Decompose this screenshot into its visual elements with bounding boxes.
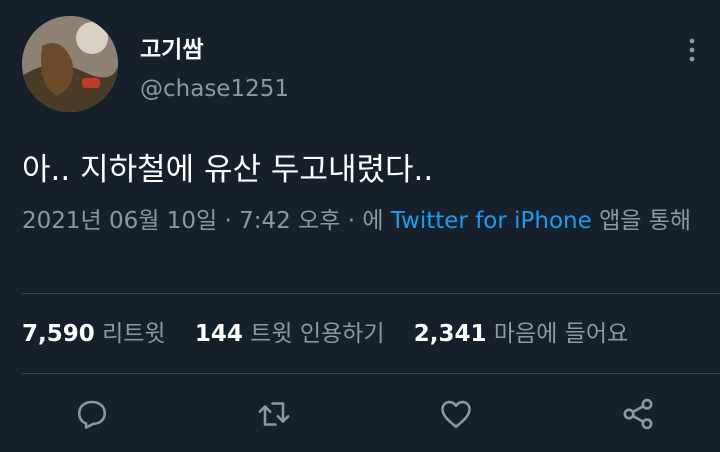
like-button[interactable] <box>438 396 474 432</box>
divider <box>22 293 720 294</box>
user-handle[interactable]: @chase1251 <box>140 76 289 102</box>
tweet-stats: 7,590 리트윗 144 트윗 인용하기 2,341 마음에 들어요 <box>22 314 650 348</box>
tweet-text: 아.. 지하철에 유산 두고내렸다.. <box>22 152 434 188</box>
quote-count-link[interactable]: 144 트윗 인용하기 <box>195 314 407 348</box>
display-name[interactable]: 고기쌈 <box>140 30 203 64</box>
tweet-source-link[interactable]: Twitter for iPhone <box>391 208 592 234</box>
retweet-count: 7,590 <box>22 321 95 347</box>
like-count: 2,341 <box>413 321 487 347</box>
avatar[interactable] <box>22 16 118 112</box>
share-icon <box>623 398 653 430</box>
share-button[interactable] <box>620 396 656 432</box>
divider <box>22 373 720 374</box>
more-vertical-icon <box>689 38 695 62</box>
like-label: 마음에 들어요 <box>493 321 629 347</box>
like-count-link[interactable]: 2,341 마음에 들어요 <box>414 314 650 348</box>
retweet-button[interactable] <box>256 396 292 432</box>
quote-label: 트윗 인용하기 <box>250 321 385 347</box>
tweet-source-suffix: 앱을 통해 <box>591 208 692 234</box>
reply-button[interactable] <box>74 396 110 432</box>
heart-icon <box>441 400 471 429</box>
tweet-timestamp[interactable]: 2021년 06월 10일 · 7:42 오후 · 에 <box>22 208 391 234</box>
reply-icon <box>77 400 107 429</box>
retweet-label: 리트윗 <box>102 321 166 347</box>
avatar-image <box>22 16 118 112</box>
tweet-meta: 2021년 06월 10일 · 7:42 오후 · 에 Twitter for … <box>22 202 702 240</box>
retweet-count-link[interactable]: 7,590 리트윗 <box>22 314 188 348</box>
retweet-icon <box>258 402 290 426</box>
quote-count: 144 <box>194 321 243 347</box>
more-options-button[interactable] <box>680 36 704 64</box>
